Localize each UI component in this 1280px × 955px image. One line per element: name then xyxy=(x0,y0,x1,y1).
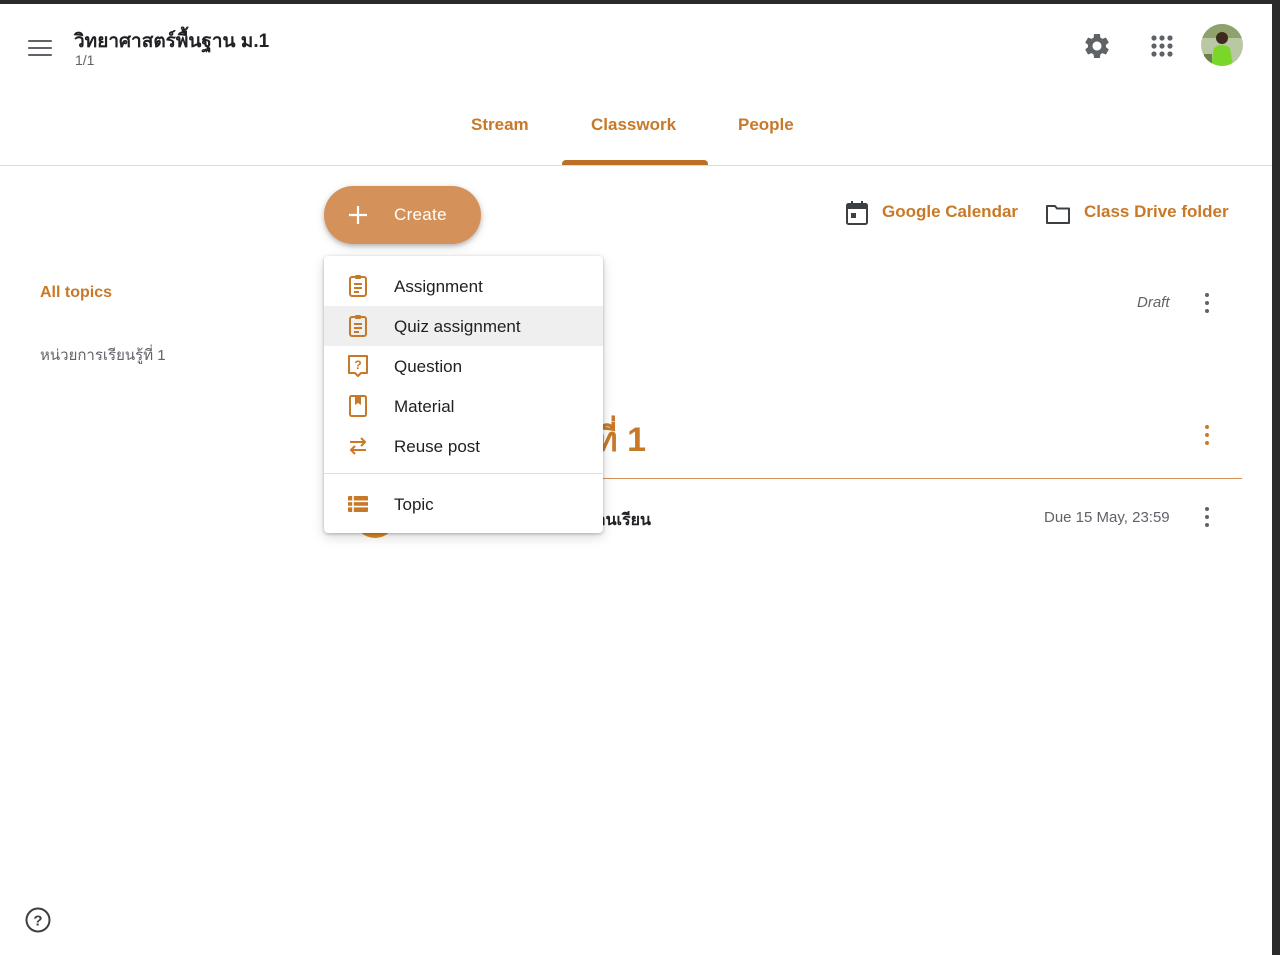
quiz-assignment-icon xyxy=(349,315,367,337)
svg-text:?: ? xyxy=(33,913,42,930)
question-icon: ? xyxy=(348,355,368,377)
calendar-icon[interactable] xyxy=(845,200,869,226)
menu-item-quiz-assignment[interactable]: Quiz assignment xyxy=(324,306,603,346)
menu-item-label: Assignment xyxy=(394,277,483,296)
topic-more-icon[interactable] xyxy=(1195,423,1219,447)
menu-item-material[interactable]: Material xyxy=(324,386,603,426)
menu-item-assignment[interactable]: Assignment xyxy=(324,266,603,306)
settings-gear-icon[interactable] xyxy=(1082,31,1112,61)
topic-icon xyxy=(348,496,368,512)
menu-item-label: Topic xyxy=(394,495,434,514)
apps-grid-icon[interactable] xyxy=(1149,33,1175,59)
menu-item-label: Quiz assignment xyxy=(394,317,521,336)
folder-icon[interactable] xyxy=(1045,203,1071,225)
tab-people[interactable]: People xyxy=(738,115,794,135)
help-icon[interactable]: ? xyxy=(24,906,52,934)
google-calendar-link[interactable]: Google Calendar xyxy=(882,202,1018,222)
account-avatar[interactable] xyxy=(1201,24,1243,66)
material-icon xyxy=(349,395,367,417)
assignment-title[interactable]: ่อนเรียน xyxy=(596,508,651,533)
draft-more-icon[interactable] xyxy=(1195,291,1219,315)
main-menu-icon[interactable] xyxy=(28,40,52,56)
assignment-due-date: Due 15 May, 23:59 xyxy=(1044,509,1170,526)
plus-icon xyxy=(349,206,367,224)
menu-item-reuse-post[interactable]: Reuse post xyxy=(324,426,603,466)
svg-text:?: ? xyxy=(354,358,361,372)
draft-label: Draft xyxy=(1137,294,1170,311)
create-button-label: Create xyxy=(394,205,447,224)
reuse-post-icon xyxy=(350,437,366,455)
menu-item-topic[interactable]: Topic xyxy=(324,484,603,524)
class-section: 1/1 xyxy=(75,52,95,68)
create-menu: Assignment Quiz assignment ? Question Ma… xyxy=(324,256,603,533)
menu-item-question[interactable]: ? Question xyxy=(324,346,603,386)
class-drive-folder-link[interactable]: Class Drive folder xyxy=(1084,202,1229,222)
assignment-more-icon[interactable] xyxy=(1195,505,1219,529)
topic-nav-item[interactable]: หน่วยการเรียนรู้ที่ 1 xyxy=(40,343,166,367)
create-button[interactable]: Create xyxy=(324,186,481,244)
tab-classwork[interactable]: Classwork xyxy=(591,115,676,135)
menu-item-label: Material xyxy=(394,397,455,416)
menu-item-label: Reuse post xyxy=(394,437,480,456)
menu-item-label: Question xyxy=(394,357,463,376)
classroom-page: วิทยาศาสตร์พื้นฐาน ม.1 1/1 Stream Classw… xyxy=(0,4,1272,955)
tabs-divider xyxy=(0,165,1272,166)
assignment-icon xyxy=(349,275,367,297)
menu-divider xyxy=(324,473,603,474)
class-title[interactable]: วิทยาศาสตร์พื้นฐาน ม.1 xyxy=(74,26,269,56)
tab-stream[interactable]: Stream xyxy=(471,115,529,135)
all-topics-link[interactable]: All topics xyxy=(40,284,112,302)
